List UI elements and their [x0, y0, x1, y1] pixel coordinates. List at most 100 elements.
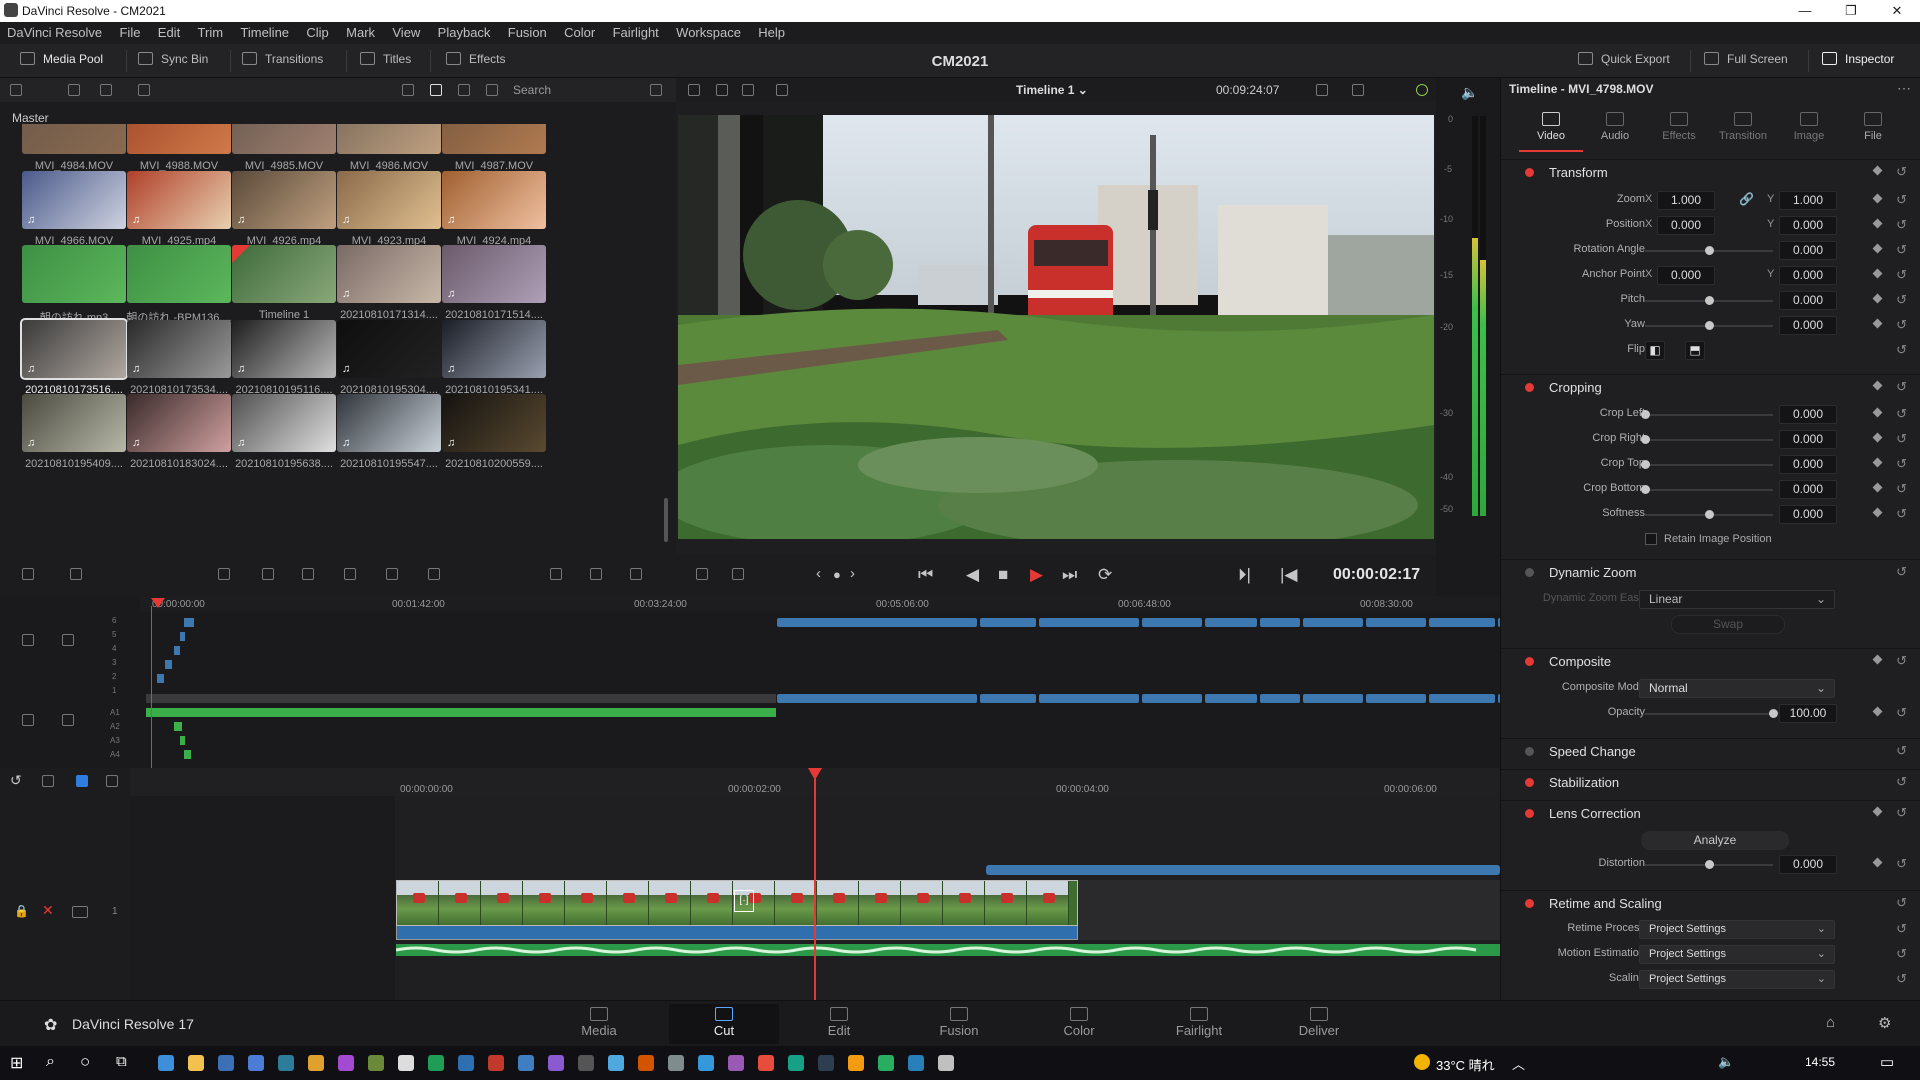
go-to-start-icon[interactable]: ⏮ — [918, 565, 933, 585]
next-clip-icon[interactable]: › — [850, 565, 855, 582]
taskbar-app-icon[interactable] — [668, 1055, 684, 1071]
lower-timeline[interactable]: ↺ 🔒 ✕ 1 00:00:00:00 00:00:02:00 00:00:04… — [0, 768, 1500, 1000]
full-screen-button[interactable]: Full Screen — [1704, 52, 1788, 66]
timeline-clip-segment[interactable] — [980, 694, 1036, 703]
motion-estimation-dropdown[interactable]: Project Settings ⌄ — [1639, 945, 1835, 964]
enable-dot-icon[interactable] — [1525, 657, 1534, 666]
loop-icon[interactable]: ⟳ — [1098, 565, 1112, 585]
safe-area-icon[interactable] — [716, 84, 728, 96]
yaw-field[interactable]: 0.000 — [1779, 316, 1837, 335]
media-pool-scrollbar[interactable] — [664, 498, 668, 542]
retain-checkbox[interactable] — [1645, 533, 1657, 545]
menu-color[interactable]: Color — [557, 22, 602, 44]
scaling-dropdown[interactable]: Project Settings ⌄ — [1639, 970, 1835, 989]
append-icon[interactable] — [262, 568, 274, 580]
retime-section[interactable]: Retime and Scaling ↺ — [1501, 890, 1920, 916]
reset-icon[interactable]: ↺ — [1896, 164, 1907, 180]
cortana-icon[interactable]: ○ — [80, 1052, 90, 1072]
sync-bin-button[interactable]: Sync Bin — [138, 52, 208, 66]
crop-right-slider[interactable] — [1645, 439, 1773, 441]
dynamic-zoom-section[interactable]: Dynamic Zoom ↺ — [1501, 559, 1920, 585]
taskbar-app-icon[interactable] — [878, 1055, 894, 1071]
taskbar-app-icon[interactable] — [848, 1055, 864, 1071]
timeline-clip-segment[interactable] — [1205, 618, 1257, 627]
close-up-icon[interactable] — [344, 568, 356, 580]
import-icon[interactable] — [100, 84, 112, 96]
go-to-end-icon[interactable]: ⏭ — [1062, 565, 1077, 585]
panel-layout-icon[interactable] — [10, 84, 22, 96]
crop-top-slider[interactable] — [1645, 464, 1773, 466]
enable-dot-icon[interactable] — [1525, 747, 1534, 756]
taskbar-app-icon[interactable] — [638, 1055, 654, 1071]
taskbar-app-icon[interactable] — [278, 1055, 294, 1071]
keyframe-icon[interactable] — [1872, 218, 1883, 229]
crop-right-knob[interactable] — [1641, 435, 1650, 444]
crop-bottom-slider[interactable] — [1645, 489, 1773, 491]
menu-clip[interactable]: Clip — [299, 22, 335, 44]
audio-lock-icon[interactable] — [62, 714, 74, 726]
upper-timeline[interactable]: 00:00:00:00 00:01:42:00 00:03:24:00 00:0… — [0, 596, 1631, 768]
viewer-mode-icon[interactable] — [1316, 84, 1328, 96]
page-edit[interactable]: Edit — [789, 1007, 889, 1038]
out-point-icon[interactable]: ⏵| — [1238, 565, 1251, 585]
new-bin-icon[interactable] — [68, 84, 80, 96]
reset-icon[interactable]: ↺ — [1896, 743, 1907, 759]
page-deliver[interactable]: Deliver — [1269, 1007, 1369, 1038]
taskbar-app-icon[interactable] — [698, 1055, 714, 1071]
distortion-field[interactable]: 0.000 — [1779, 855, 1837, 874]
tab-file[interactable]: File — [1841, 112, 1905, 142]
speaker-icon[interactable]: 🔈 — [1461, 84, 1478, 101]
audio-track-icon[interactable] — [22, 714, 34, 726]
page-media[interactable]: Media — [549, 1007, 649, 1038]
rotation-knob[interactable] — [1705, 246, 1714, 255]
timeline-clip-segment[interactable] — [1142, 694, 1202, 703]
tab-image[interactable]: Image — [1777, 112, 1841, 142]
keyframe-icon[interactable] — [1872, 482, 1883, 493]
crop-bottom-field[interactable]: 0.000 — [1779, 480, 1837, 499]
aspect-icon[interactable] — [776, 84, 788, 96]
notification-icon[interactable]: ▭ — [1880, 1053, 1894, 1071]
menu-playback[interactable]: Playback — [431, 22, 498, 44]
pitch-knob[interactable] — [1705, 296, 1714, 305]
timeline-clip-segment[interactable] — [1303, 694, 1363, 703]
fit-icon[interactable] — [42, 775, 54, 787]
filmstrip-view-icon[interactable] — [458, 84, 470, 96]
play-icon[interactable]: ▶ — [1030, 565, 1043, 585]
windows-start-icon[interactable]: ⊞ — [10, 1053, 23, 1073]
anchor-y-field[interactable]: 0.000 — [1779, 266, 1837, 285]
timeline-clip-segment[interactable] — [1039, 618, 1139, 627]
search-input[interactable]: Search — [513, 83, 551, 97]
reset-icon[interactable]: ↺ — [1896, 456, 1907, 472]
media-clip[interactable]: ♫ 20210810195638.... — [232, 394, 336, 484]
taskbar-app-icon[interactable] — [488, 1055, 504, 1071]
ease-dropdown[interactable]: Linear ⌄ — [1639, 590, 1835, 609]
link-icon[interactable]: 🔗 — [1739, 192, 1754, 206]
taskbar-app-icon[interactable] — [548, 1055, 564, 1071]
page-fusion[interactable]: Fusion — [909, 1007, 1009, 1038]
flip-vertical-icon[interactable]: ⬒ — [1685, 341, 1705, 360]
menu-trim[interactable]: Trim — [191, 22, 231, 44]
sync-icon[interactable] — [1416, 84, 1428, 96]
keyframe-icon[interactable] — [1872, 457, 1883, 468]
keyframe-icon[interactable] — [1872, 654, 1883, 665]
taskbar-app-icon[interactable] — [428, 1055, 444, 1071]
transitions-button[interactable]: Transitions — [242, 52, 323, 66]
timeline-clip-segment[interactable] — [1260, 694, 1300, 703]
crop-top-knob[interactable] — [1641, 460, 1650, 469]
keyframe-icon[interactable] — [1872, 380, 1883, 391]
keyframe-icon[interactable] — [1872, 507, 1883, 518]
enable-dot-icon[interactable] — [1525, 899, 1534, 908]
reset-icon[interactable]: ↺ — [1896, 705, 1907, 721]
crop-left-field[interactable]: 0.000 — [1779, 405, 1837, 424]
effects-button[interactable]: Effects — [446, 52, 505, 66]
taskbar-app-icon[interactable] — [458, 1055, 474, 1071]
home-icon[interactable]: ⌂ — [1826, 1014, 1835, 1031]
timeline-clip-segment[interactable] — [1303, 618, 1363, 627]
place-on-top-icon[interactable] — [386, 568, 398, 580]
inspector-button[interactable]: Inspector — [1822, 52, 1894, 66]
keyframe-icon[interactable] — [1872, 243, 1883, 254]
taskbar-app-icon[interactable] — [788, 1055, 804, 1071]
rotation-field[interactable]: 0.000 — [1779, 241, 1837, 260]
in-point-icon[interactable]: |◀ — [1280, 565, 1298, 585]
more-options-icon[interactable]: ⋯ — [1897, 80, 1911, 97]
